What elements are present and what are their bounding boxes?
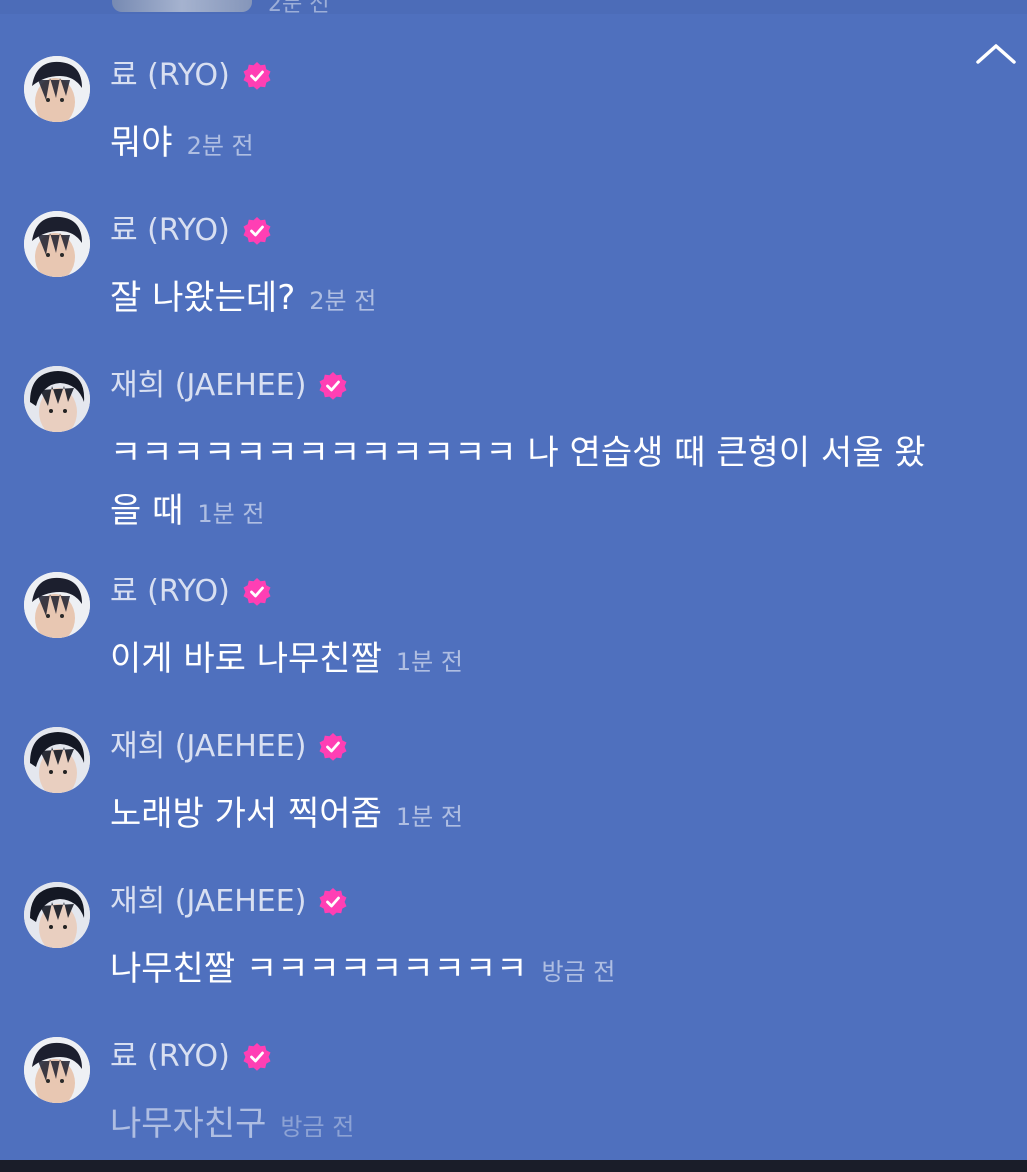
avatar-image (24, 1037, 90, 1103)
ryo-avatar[interactable] (24, 572, 90, 638)
sender-name: 료 (RYO) (110, 1039, 230, 1074)
verified-badge-icon (243, 578, 271, 606)
verified-badge-icon (243, 1043, 271, 1071)
avatar-image (24, 366, 90, 432)
verified-badge-icon (319, 733, 347, 761)
avatar-image (24, 727, 90, 793)
sender-row: 료 (RYO) (110, 56, 272, 96)
message-text: 뭐야 (110, 123, 173, 163)
sender-name: 재희 (JAEHEE) (110, 368, 307, 403)
message-body: 잘 나왔는데? 2분 전 (110, 269, 990, 330)
message-time: 2분 전 (186, 132, 254, 160)
sender-row: 재희 (JAEHEE) (110, 882, 348, 922)
message-text: 나무친짤 ㅋㅋㅋㅋㅋㅋㅋㅋㅋ (110, 949, 528, 989)
message-body: 이게 바로 나무친짤 1분 전 (110, 630, 990, 691)
sender-name: 재희 (JAEHEE) (110, 884, 307, 919)
jaehee-avatar[interactable] (24, 727, 90, 793)
message-body: 노래방 가서 찍어줌 1분 전 (110, 785, 990, 846)
message-text: 이게 바로 나무친짤 (110, 639, 382, 679)
verified-badge-icon (243, 62, 271, 90)
sender-row: 료 (RYO) (110, 211, 272, 251)
message-time: 1분 전 (395, 648, 463, 676)
sender-row: 료 (RYO) (110, 1037, 272, 1077)
message-body: 나무친짤 ㅋㅋㅋㅋㅋㅋㅋㅋㅋ 방금 전 (110, 940, 990, 1001)
ryo-avatar[interactable] (24, 1037, 90, 1103)
sender-name: 료 (RYO) (110, 213, 230, 248)
message-text: 잘 나왔는데? (110, 278, 296, 318)
sender-name: 료 (RYO) (110, 58, 230, 93)
verified-badge-icon (319, 372, 347, 400)
jaehee-avatar[interactable] (24, 882, 90, 948)
message-time: 1분 전 (197, 500, 265, 528)
message-time: 1분 전 (395, 803, 463, 831)
sender-row: 료 (RYO) (110, 572, 272, 612)
message-time: 방금 전 (541, 958, 616, 986)
message-text: 나무자친구 (110, 1104, 267, 1144)
ryo-avatar[interactable] (24, 56, 90, 122)
message-body: 나무자친구 방금 전 (110, 1095, 990, 1156)
message-text: 노래방 가서 찍어줌 (110, 794, 382, 834)
avatar-image (24, 882, 90, 948)
sender-name: 재희 (JAEHEE) (110, 729, 307, 764)
avatar-image (24, 56, 90, 122)
avatar-image (24, 211, 90, 277)
sender-row: 재희 (JAEHEE) (110, 366, 348, 406)
message-time: 방금 전 (280, 1113, 355, 1141)
avatar-image (24, 572, 90, 638)
verified-badge-icon (319, 888, 347, 916)
message-time: 2분 전 (309, 287, 377, 315)
message-body: 뭐야 2분 전 (110, 114, 990, 175)
sender-name: 료 (RYO) (110, 574, 230, 609)
jaehee-avatar[interactable] (24, 366, 90, 432)
message-body: ㅋㅋㅋㅋㅋㅋㅋㅋㅋㅋㅋㅋㅋ 나 연습생 때 큰형이 서울 왔을 때 1분 전 (110, 424, 950, 543)
chat-feed: 료 (RYO) 뭐야 2분 전 료 (RYO) 잘 나왔는데? 2분 전 재희 … (0, 0, 1027, 1160)
verified-badge-icon (243, 217, 271, 245)
ryo-avatar[interactable] (24, 211, 90, 277)
sender-row: 재희 (JAEHEE) (110, 727, 348, 767)
bottom-edge (0, 1160, 1027, 1172)
